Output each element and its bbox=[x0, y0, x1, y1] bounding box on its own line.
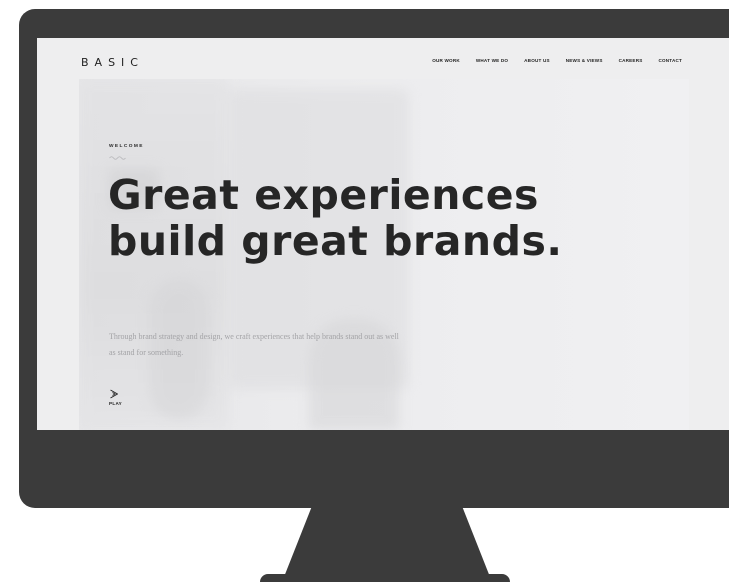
play-button[interactable]: PLAY bbox=[109, 389, 129, 406]
monitor-stand-base bbox=[260, 574, 510, 582]
monitor-mockup: BASIC OUR WORK WHAT WE DO ABOUT US NEWS … bbox=[0, 0, 729, 582]
nav-item-careers[interactable]: CAREERS bbox=[619, 58, 643, 63]
brand-logo[interactable]: BASIC bbox=[81, 56, 144, 69]
website-screen: BASIC OUR WORK WHAT WE DO ABOUT US NEWS … bbox=[37, 38, 729, 430]
hero-headline: Great experiences build great brands. bbox=[108, 172, 562, 264]
hero-section: WELCOME Great experiences build great br… bbox=[79, 79, 689, 430]
main-nav: OUR WORK WHAT WE DO ABOUT US NEWS & VIEW… bbox=[432, 58, 682, 63]
nav-item-news-views[interactable]: NEWS & VIEWS bbox=[566, 58, 603, 63]
hero-subtext: Through brand strategy and design, we cr… bbox=[109, 332, 399, 357]
hero-headline-line-1: Great experiences bbox=[108, 171, 539, 219]
nav-item-our-work[interactable]: OUR WORK bbox=[432, 58, 460, 63]
wave-squiggle-icon bbox=[109, 156, 126, 160]
hero-eyebrow: WELCOME bbox=[109, 144, 144, 149]
play-label: PLAY bbox=[109, 401, 123, 406]
nav-item-about-us[interactable]: ABOUT US bbox=[524, 58, 550, 63]
nav-item-what-we-do[interactable]: WHAT WE DO bbox=[476, 58, 508, 63]
hero-headline-line-2: build great brands. bbox=[108, 217, 563, 265]
play-icon bbox=[110, 389, 118, 399]
nav-item-contact[interactable]: CONTACT bbox=[658, 58, 682, 63]
